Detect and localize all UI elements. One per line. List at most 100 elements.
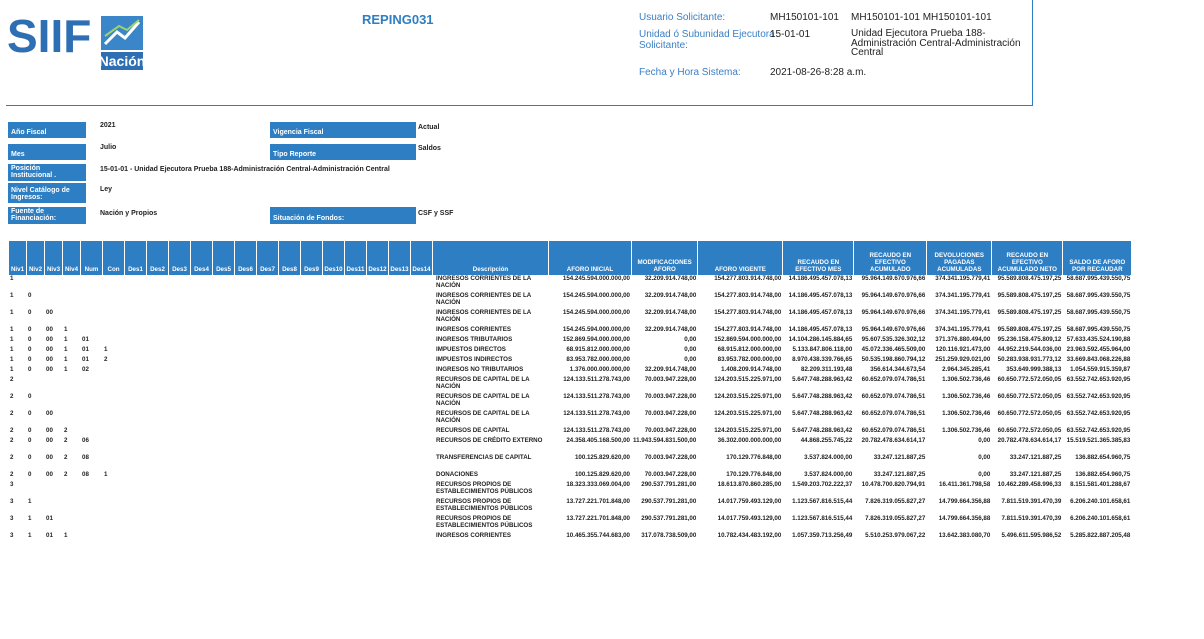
empty-cell — [323, 346, 344, 356]
empty-cell — [301, 410, 322, 427]
amount-cell: 14.017.759.493.129,00 — [717, 498, 782, 505]
code-cell: 0 — [28, 454, 32, 461]
amount-cell: 15.519.521.365.385,83 — [1066, 437, 1131, 444]
amount-cell: 124.203.515.225.971,00 — [714, 376, 782, 383]
amount-cell: 136.882.654.960,75 — [1075, 471, 1131, 478]
amount-cell: 24.358.405.168.500,00 — [566, 437, 630, 444]
empty-cell — [191, 481, 212, 498]
empty-cell — [191, 515, 212, 532]
amount-cell: 154.277.803.914.748,00 — [714, 292, 782, 299]
empty-cell — [213, 471, 234, 481]
amount-cell: 10.782.434.483.192,00 — [717, 532, 782, 539]
empty-cell — [191, 275, 212, 292]
empty-cell — [345, 292, 366, 309]
code-cell: 0 — [28, 471, 32, 478]
empty-cell — [389, 532, 410, 542]
fecha-label: Fecha y Hora Sistema: — [639, 67, 741, 78]
code-cell — [103, 454, 124, 471]
mes-label: Mes — [8, 144, 86, 160]
empty-cell — [191, 393, 212, 410]
empty-cell — [367, 498, 388, 515]
amount-cell: 5.647.748.288.963,42 — [792, 393, 853, 400]
usuario-extra: MH150101-101 MH150101-101 — [851, 12, 992, 23]
empty-cell — [411, 471, 432, 481]
code-cell: 1 — [10, 309, 14, 316]
column-header: RECAUDO EN EFECTIVO ACUMULADO — [854, 241, 927, 275]
empty-cell — [191, 292, 212, 309]
code-cell — [81, 481, 102, 498]
amount-cell: 14.104.286.145.884,65 — [788, 336, 853, 343]
code-cell: 00 — [46, 346, 53, 353]
empty-cell — [147, 481, 168, 498]
code-cell — [63, 376, 80, 393]
amount-cell: 3.537.824.000,00 — [804, 471, 853, 478]
empty-cell — [411, 275, 432, 292]
empty-cell — [213, 346, 234, 356]
code-cell — [81, 532, 102, 542]
empty-cell — [301, 427, 322, 437]
amount-cell: 63.552.742.653.920,95 — [1066, 376, 1131, 383]
empty-cell — [345, 437, 366, 454]
mes-value: Julio — [100, 144, 117, 151]
amount-cell: 95.589.808.475.197,25 — [997, 275, 1062, 282]
empty-cell — [323, 376, 344, 393]
table-row: 2 0 00 2 08 TRANSFERENCIAS DE CAPITAL 100.125.… — [9, 454, 1131, 471]
code-cell — [63, 410, 80, 427]
amount-cell: 44.952.219.544.036,00 — [997, 346, 1062, 353]
amount-cell: 100.125.829.620,00 — [574, 454, 630, 461]
empty-cell — [235, 346, 256, 356]
empty-cell — [411, 481, 432, 498]
empty-cell — [125, 376, 146, 393]
code-cell: 08 — [82, 454, 89, 461]
description-cell: RECURSOS DE CAPITAL DE LA NACIÓN — [436, 376, 530, 390]
empty-cell — [213, 427, 234, 437]
description-cell: INGRESOS NO TRIBUTARIOS — [436, 366, 524, 373]
amount-cell: 33.247.121.887,25 — [873, 471, 926, 478]
empty-cell — [235, 471, 256, 481]
code-cell — [81, 515, 102, 532]
amount-cell: 33.247.121.887,25 — [873, 454, 926, 461]
amount-cell: 7.811.519.391.470,39 — [1001, 515, 1062, 522]
empty-cell — [323, 356, 344, 366]
empty-cell — [323, 471, 344, 481]
empty-cell — [257, 481, 278, 498]
amount-cell: 154.277.803.914.748,00 — [714, 275, 782, 282]
empty-cell — [301, 336, 322, 346]
amount-cell: 5.285.822.887.205,48 — [1070, 532, 1131, 539]
empty-cell — [169, 481, 190, 498]
code-cell: 2 — [10, 427, 14, 434]
code-cell — [45, 292, 62, 309]
empty-cell — [345, 346, 366, 356]
empty-cell — [191, 376, 212, 393]
amount-cell: 154.277.803.914.748,00 — [714, 309, 782, 316]
code-cell: 1 — [64, 326, 68, 333]
anio-fiscal-value: 2021 — [100, 122, 116, 129]
amount-cell: 36.302.000.000.000,00 — [717, 437, 782, 444]
amount-cell: 0,00 — [978, 454, 991, 461]
empty-cell — [323, 366, 344, 376]
unidad-label-line1: Unidad ó Subunidad Ejecutora — [639, 29, 775, 40]
code-cell: 1 — [64, 336, 68, 343]
table-header-row: Niv1 Niv2 Niv3 Niv4 Num Con Des1 Des2 Des3 Des4 De… — [9, 241, 1132, 275]
empty-cell — [147, 356, 168, 366]
code-cell: 00 — [46, 326, 53, 333]
amount-cell: 70.003.947.228,00 — [644, 393, 697, 400]
code-cell: 2 — [10, 393, 14, 400]
empty-cell — [213, 292, 234, 309]
empty-cell — [279, 410, 300, 427]
amount-cell: 6.206.240.101.658,61 — [1070, 515, 1131, 522]
amount-cell: 44.868.255.745,22 — [800, 437, 853, 444]
amount-cell: 63.552.742.653.920,95 — [1066, 410, 1131, 417]
empty-cell — [279, 376, 300, 393]
code-cell: 1 — [10, 292, 14, 299]
code-cell — [103, 481, 124, 498]
amount-cell: 152.869.594.000.000,00 — [562, 336, 630, 343]
empty-cell — [147, 471, 168, 481]
empty-cell — [301, 346, 322, 356]
amount-cell: 124.133.511.278.743,00 — [563, 393, 630, 400]
nivel-catalogo-value: Ley — [100, 186, 113, 193]
empty-cell — [257, 376, 278, 393]
empty-cell — [169, 471, 190, 481]
empty-cell — [169, 376, 190, 393]
posicion-institucional-value: 15-01-01 - Unidad Ejecutora Prueba 188-A… — [100, 166, 390, 173]
